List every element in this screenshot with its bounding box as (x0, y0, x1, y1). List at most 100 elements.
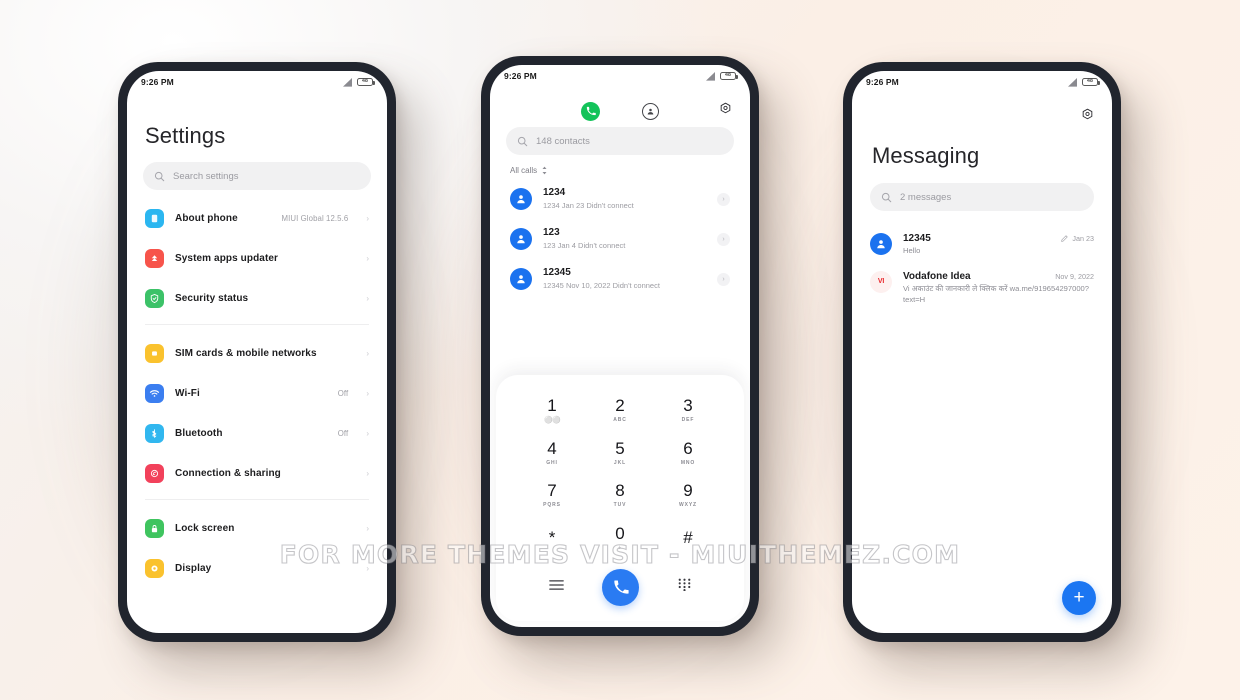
dialpad-key-9[interactable]: 9 WXYZ (654, 474, 722, 517)
settings-item-label: Lock screen (175, 522, 235, 534)
sidebar-item-wi-fi[interactable]: Wi-Fi Off › (143, 373, 371, 413)
message-thread-row[interactable]: 12345 Jan 23 Hello (852, 223, 1112, 261)
call-log-row[interactable]: 1234 1234 Jan 23 Didn't connect › (506, 179, 734, 219)
thread-name: 12345 (903, 233, 931, 244)
dialpad-key-sublabel: ABC (613, 417, 627, 424)
search-settings-input[interactable]: Search settings (143, 162, 371, 190)
dialer-settings-button[interactable] (719, 102, 732, 120)
call-info: 123 123 Jan 4 Didn't connect (543, 227, 706, 251)
thread-body: 12345 Jan 23 Hello (903, 233, 1094, 257)
dialpad-key-6[interactable]: 6 MNO (654, 432, 722, 475)
compose-message-button[interactable]: + (1062, 581, 1096, 615)
settings-screen: 9:26 PM 48 Settings Search settings Abou… (127, 71, 387, 633)
call-details-button[interactable]: › (717, 272, 730, 286)
menu-icon[interactable] (549, 578, 564, 596)
call-name: 12345 (543, 267, 571, 279)
person-circle-icon (647, 108, 654, 114)
connection-sharing-icon (145, 463, 164, 483)
call-detail: 12345 Nov 10, 2022 Didn't connect (543, 280, 660, 290)
phone-messaging: 9:26 PM 48 Messaging 2 messages 12345 Ja… (843, 62, 1121, 642)
messaging-settings-button[interactable] (1081, 108, 1094, 126)
sidebar-item-system-apps-updater[interactable]: System apps updater › (143, 238, 371, 278)
dialpad-key-sublabel: + (618, 544, 622, 551)
settings-item-label: About phone (175, 212, 238, 224)
settings-item-value: Off (337, 388, 349, 398)
dialer-tabbar (490, 87, 750, 125)
call-info: 12345 12345 Nov 10, 2022 Didn't connect (543, 267, 706, 291)
settings-item-label: System apps updater (175, 252, 279, 264)
phone-dialer: 9:26 PM 48 148 contacts All calls 1234 1… (481, 56, 759, 636)
call-log-row[interactable]: 12345 12345 Nov 10, 2022 Didn't connect › (506, 259, 734, 299)
thread-body: Vodafone Idea Nov 9, 2022 Vi अकाउंट की जान… (903, 271, 1094, 306)
thread-date: Nov 9, 2022 (1055, 271, 1094, 281)
status-bar-time: 9:26 PM (141, 77, 174, 87)
security-status-icon (145, 288, 164, 308)
person-icon (517, 235, 525, 244)
chevron-right-icon: › (366, 253, 369, 263)
message-thread-row[interactable]: VI Vodafone Idea Nov 9, 2022 Vi अकाउंट की ज… (852, 261, 1112, 310)
call-details-button[interactable]: › (717, 192, 730, 206)
dialpad-key-label: 5 (615, 438, 625, 458)
dialpad-key-label: 1 (547, 395, 557, 415)
dialpad-icon[interactable] (678, 578, 691, 596)
status-bar-dialer: 9:26 PM 48 (490, 65, 750, 87)
sidebar-item-connection-sharing[interactable]: Connection & sharing › (143, 453, 371, 493)
gear-icon (1082, 108, 1093, 120)
thread-header: Vodafone Idea Nov 9, 2022 (903, 271, 1094, 282)
status-bar-time: 9:26 PM (866, 77, 899, 87)
sim-card-icon (145, 343, 164, 363)
dialpad-key-star[interactable]: * (518, 517, 586, 560)
dialpad-key-8[interactable]: 8 TUV (586, 474, 654, 517)
dialpad-key-sublabel: DEF (681, 417, 695, 424)
avatar (870, 233, 892, 255)
sidebar-item-sim-cards-mobile-networks[interactable]: SIM cards & mobile networks › (143, 333, 371, 373)
tab-contacts[interactable] (642, 102, 659, 120)
dialpad-key-5[interactable]: 5 JKL (586, 432, 654, 475)
thread-name: Vodafone Idea (903, 270, 971, 282)
chevron-right-icon: › (366, 293, 369, 303)
dialpad-key-label: 3 (683, 396, 693, 416)
dialpad-key-sublabel: MNO (680, 459, 696, 466)
signal-icon (706, 71, 715, 81)
message-thread-list: 12345 Jan 23 Hello VI Vodafone Idea Nov 9, 20… (852, 223, 1112, 309)
display-icon (145, 558, 164, 578)
dialpad-key-label: 6 (683, 438, 693, 458)
sidebar-item-lock-screen[interactable]: Lock screen › (143, 508, 371, 548)
dialpad-key-2[interactable]: 2 ABC (586, 389, 654, 432)
status-bar-settings: 9:26 PM 48 (127, 71, 387, 93)
dialpad-key-1[interactable]: 1 ⚪⚪ (518, 389, 586, 432)
battery-level-text: 48 (1087, 78, 1093, 85)
dialpad-key-3[interactable]: 3 DEF (654, 389, 722, 432)
voicemail-icon: ⚪⚪ (544, 416, 560, 424)
dialpad-key-7[interactable]: 7 PQRS (518, 474, 586, 517)
settings-body: Settings Search settings About phone MIUI… (127, 123, 387, 594)
sidebar-item-display[interactable]: Display › (143, 548, 371, 588)
call-button[interactable] (602, 568, 640, 606)
avatar (510, 268, 532, 290)
sidebar-item-security-status[interactable]: Security status › (143, 278, 371, 318)
settings-group: About phone MIUI Global 12.5.6 › System app… (143, 190, 371, 324)
dialpad-key-hash[interactable]: # (654, 517, 722, 560)
settings-item-label: SIM cards & mobile networks (175, 347, 317, 359)
dialpad-key-4[interactable]: 4 GHI (518, 432, 586, 475)
messaging-search-input[interactable]: 2 messages (870, 183, 1094, 211)
dialer-search-input[interactable]: 148 contacts (506, 127, 734, 155)
settings-item-label: Connection & sharing (175, 467, 281, 479)
status-bar-right: 48 (1067, 77, 1100, 87)
sidebar-item-bluetooth[interactable]: Bluetooth Off › (143, 413, 371, 453)
call-detail: 1234 Jan 23 Didn't connect (543, 200, 634, 210)
call-filter-dropdown[interactable]: All calls (510, 166, 750, 175)
dialpad-key-0[interactable]: 0 + (586, 517, 654, 560)
call-details-button[interactable]: › (717, 232, 730, 246)
signal-icon (343, 77, 352, 87)
signal-icon (1068, 77, 1077, 87)
page-title: Settings (145, 123, 226, 148)
dialpad-panel: 1 ⚪⚪ 2 ABC 3 DEF 4 GHI 5 JKL 6 MNO 7 PQRS 8 TUV 9 WXYZ * 0 +… (496, 375, 744, 621)
tab-keypad[interactable] (581, 101, 600, 121)
page-title: Messaging (872, 143, 980, 168)
search-placeholder: 148 contacts (536, 135, 590, 147)
settings-group: Lock screen › Display › (143, 500, 371, 594)
call-log-row[interactable]: 123 123 Jan 4 Didn't connect › (506, 219, 734, 259)
sidebar-item-about-phone[interactable]: About phone MIUI Global 12.5.6 › (143, 198, 371, 238)
search-icon (154, 171, 165, 181)
